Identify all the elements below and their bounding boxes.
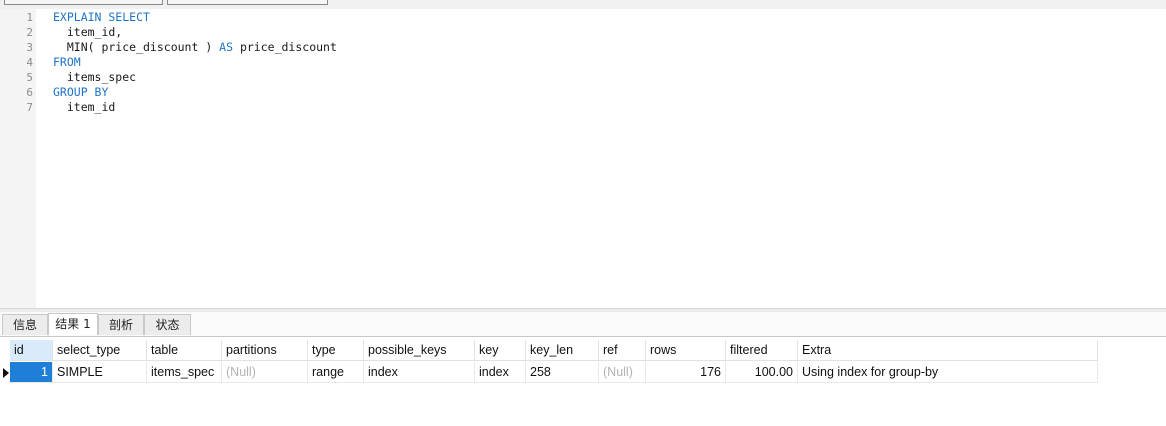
cell-id[interactable]: 1 [10,362,53,383]
tab-info[interactable]: 信息 [2,314,48,335]
column-header-rows[interactable]: rows [646,340,726,361]
line-number: 6 [26,86,33,99]
cell-possible-keys[interactable]: index [364,362,475,383]
toolbar-button-left[interactable] [4,0,163,5]
column-header-filtered[interactable]: filtered [726,340,798,361]
sql-editor[interactable]: 1 2 3 4 5 6 7 EXPLAIN SELECT item_id, MI… [0,9,1166,308]
sql-text: item_id, [53,25,123,39]
cell-key[interactable]: index [475,362,526,383]
cell-ref[interactable]: (Null) [599,362,646,383]
tab-profile[interactable]: 剖析 [98,314,144,335]
code-line-6: GROUP BY [53,85,108,100]
line-number: 3 [26,41,33,54]
sql-text: price_discount [233,40,337,54]
sql-keyword: AS [219,40,234,54]
cell-filtered[interactable]: 100.00 [726,362,798,383]
column-header-id[interactable]: id [10,340,53,361]
cell-partitions[interactable]: (Null) [222,362,308,383]
cell-key-len[interactable]: 258 [526,362,599,383]
cell-rows[interactable]: 176 [646,362,726,383]
sql-keyword: FROM [53,55,81,69]
sql-keyword: EXPLAIN SELECT [53,10,150,24]
line-number: 2 [26,26,33,39]
cell-type[interactable]: range [308,362,364,383]
column-header-type[interactable]: type [308,340,364,361]
code-line-3: MIN( price_discount ) AS price_discount [53,40,337,55]
line-number: 5 [26,71,33,84]
tab-result-1[interactable]: 结果 1 [48,313,98,335]
code-line-2: item_id, [53,25,122,40]
column-header-select-type[interactable]: select_type [53,340,147,361]
code-line-4: FROM [53,55,81,70]
line-number: 1 [26,11,33,24]
column-header-table[interactable]: table [147,340,222,361]
cell-table[interactable]: items_spec [147,362,222,383]
column-header-partitions[interactable]: partitions [222,340,308,361]
sql-text: item_id [53,100,116,114]
tab-status[interactable]: 状态 [144,314,191,335]
line-number: 4 [26,56,33,69]
top-toolbar [0,0,1166,9]
result-tabs: 信息 结果 1 剖析 状态 [0,312,1166,337]
line-number: 7 [26,101,33,114]
code-line-1: EXPLAIN SELECT [53,10,150,25]
column-header-possible-keys[interactable]: possible_keys [364,340,475,361]
sql-text: MIN( price_discount ) [53,40,220,54]
toolbar-button-right[interactable] [167,0,328,5]
column-header-ref[interactable]: ref [599,340,646,361]
column-header-extra[interactable]: Extra [798,340,1098,361]
column-header-key-len[interactable]: key_len [526,340,599,361]
line-number-gutter: 1 2 3 4 5 6 7 [0,9,36,308]
code-line-5: items_spec [53,70,136,85]
column-header-key[interactable]: key [475,340,526,361]
cell-extra[interactable]: Using index for group-by [798,362,1098,383]
sql-keyword: GROUP BY [53,85,109,99]
code-line-7: item_id [53,100,115,115]
row-indicator-arrow-icon [3,368,9,378]
sql-text: items_spec [53,70,137,84]
cell-select-type[interactable]: SIMPLE [53,362,147,383]
